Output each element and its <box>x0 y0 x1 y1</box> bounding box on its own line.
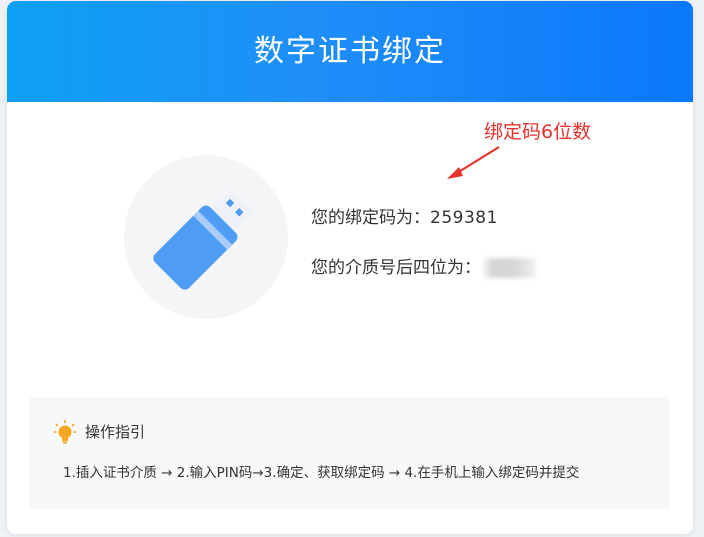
device-illustration <box>124 155 288 319</box>
bind-code-value: 259381 <box>430 208 498 228</box>
medium-number-label: 您的介质号后四位为： <box>311 258 481 278</box>
guide-title: 操作指引 <box>85 423 146 441</box>
bind-code-row: 您的绑定码为：259381 <box>311 203 498 228</box>
usb-key-icon <box>153 189 254 290</box>
lightbulb-icon <box>54 420 76 444</box>
medium-number-masked <box>483 258 535 278</box>
operation-guide: 操作指引 1.插入证书介质 → 2.输入PIN码→3.确定、获取绑定码 → 4.… <box>29 397 670 509</box>
medium-number-row: 您的介质号后四位为： <box>311 253 535 278</box>
guide-steps: 1.插入证书介质 → 2.输入PIN码→3.确定、获取绑定码 → 4.在手机上输… <box>63 465 580 481</box>
bind-dialog: 数字证书绑定 绑定码6位数 您的绑定码为：259381 您的介质号后四位为： 操… <box>7 1 693 534</box>
bind-code-label: 您的绑定码为： <box>311 208 430 228</box>
